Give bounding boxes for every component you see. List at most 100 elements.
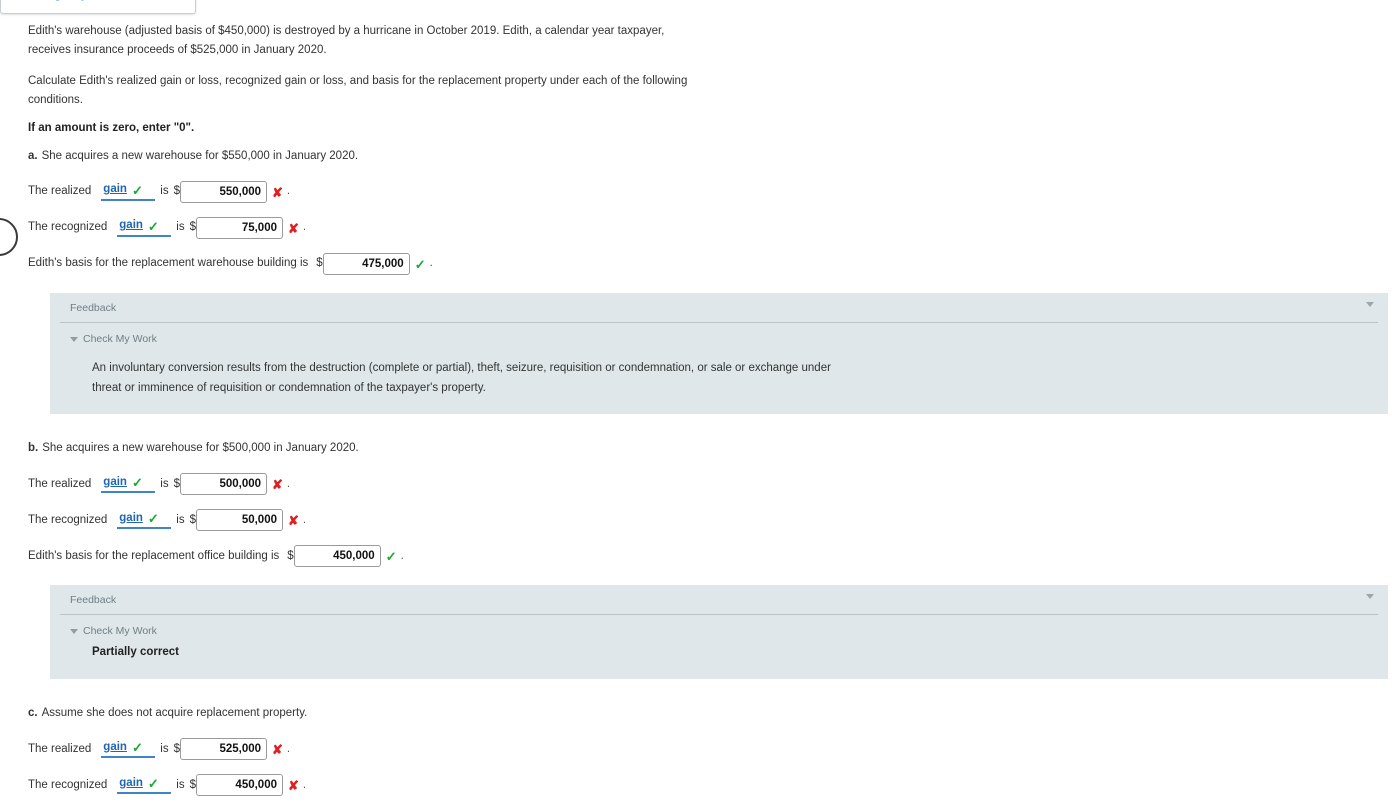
question-content: Edith's warehouse (adjusted basis of $45… [28, 22, 1388, 810]
sections-container: a. She acquires a new warehouse for $550,… [28, 148, 1388, 797]
answer-row: The recognizedgain✓is$✘. [28, 509, 1388, 532]
answer-row-label: The recognized [28, 778, 108, 791]
trailing-period: . [286, 742, 291, 755]
answer-row-label: The recognized [28, 513, 108, 526]
answer-row-label: The realized [28, 742, 92, 755]
answer-row-connector: is [176, 221, 185, 234]
amount-input[interactable] [180, 181, 268, 204]
gain-loss-dropdown[interactable]: gain ✓ [101, 739, 156, 758]
gain-loss-dropdown[interactable]: gain ✓ [117, 775, 172, 794]
zero-value-note: If an amount is zero, enter "0". [28, 121, 195, 134]
answer-row-connector: is [176, 513, 185, 526]
feedback-title: Feedback [70, 594, 117, 607]
trailing-period: . [400, 549, 404, 562]
feedback-text: An involuntary conversion results from t… [92, 362, 831, 394]
dropdown-status-correct-icon: ✓ [147, 510, 159, 526]
amount-status-incorrect-icon: ✘ [288, 512, 299, 528]
basis-row-label: Edith's basis for the replacement wareho… [28, 257, 309, 270]
currency-symbol: $ [287, 549, 294, 562]
answer-row-label: The realized [28, 185, 92, 198]
question-prompt: b. She acquires a new warehouse for $500,… [28, 440, 1388, 457]
triangle-down-icon [70, 628, 78, 634]
feedback-header: Feedback [50, 585, 1388, 611]
answer-row: The recognizedgain✓is$✘. [28, 217, 1388, 240]
dropdown-status-correct-icon: ✓ [131, 182, 143, 198]
feedback-header: Feedback [50, 293, 1388, 319]
answer-row-label: The recognized [28, 221, 108, 234]
feedback-body: Check My Work Partially correct [50, 615, 1388, 679]
question-prompt-text: She acquires a new warehouse for $500,00… [42, 442, 359, 455]
currency-symbol: $ [316, 257, 323, 270]
question-prompt: c. Assume she does not acquire replacemen… [28, 705, 1388, 722]
answer-row-connector: is [160, 477, 169, 490]
basis-row: Edith's basis for the replacement office… [28, 545, 1388, 568]
check-my-work-label: Check My Work [83, 333, 157, 346]
trailing-period: . [286, 477, 291, 490]
trailing-period: . [302, 778, 307, 791]
answer-row: The realizedgain✓is$✘. [28, 181, 1388, 204]
feedback-title: Feedback [70, 302, 117, 315]
basis-status-correct-icon: ✓ [414, 256, 426, 272]
check-my-work-label: Check My Work [83, 625, 157, 638]
trailing-period: . [302, 513, 307, 526]
question-prompt-text: Assume she does not acquire replacement … [41, 707, 308, 720]
chevron-down-icon[interactable] [1366, 594, 1374, 600]
amount-status-incorrect-icon: ✘ [288, 777, 299, 793]
question-letter: a. [28, 149, 38, 162]
basis-amount-input[interactable] [322, 253, 410, 276]
dropdown-status-correct-icon: ✓ [131, 474, 143, 490]
answer-row-connector: is [176, 778, 185, 791]
gain-loss-dropdown[interactable]: gain ✓ [117, 218, 172, 237]
amount-status-incorrect-icon: ✘ [272, 741, 283, 757]
answer-row-label: The realized [28, 477, 92, 490]
amount-input[interactable] [196, 509, 283, 532]
gain-loss-dropdown[interactable]: gain ✓ [101, 182, 156, 201]
intro-paragraph-2: Calculate Edith's realized gain or loss,… [28, 74, 688, 106]
basis-status-correct-icon: ✓ [385, 548, 397, 564]
trailing-period: . [286, 185, 291, 198]
check-my-work-toggle[interactable]: Check My Work [70, 625, 1388, 637]
feedback-text: Partially correct [92, 646, 179, 659]
answer-row: The recognizedgain✓is$✘. [28, 774, 1388, 797]
amount-input[interactable] [196, 774, 283, 797]
chevron-down-icon[interactable] [1366, 302, 1374, 308]
triangle-down-icon [70, 336, 78, 342]
gain-loss-dropdown[interactable]: gain ✓ [117, 510, 172, 529]
feedback-panel: Feedback Check My Work Partially correct [50, 585, 1388, 680]
question-prompt-text: She acquires a new warehouse for $550,00… [41, 149, 359, 162]
gain-loss-dropdown[interactable]: gain ✓ [101, 474, 156, 493]
intro-paragraph-1: Edith's warehouse (adjusted basis of $45… [28, 25, 665, 56]
tab-label: Learning Objective 6 [11, 0, 129, 1]
feedback-body: Check My Work An involuntary conversion r… [50, 323, 1388, 414]
amount-input[interactable] [180, 738, 268, 761]
question-prompt: a. She acquires a new warehouse for $550,… [28, 148, 1388, 165]
check-my-work-toggle[interactable]: Check My Work [70, 333, 1388, 345]
basis-amount-input[interactable] [293, 545, 381, 568]
annotation-circle [0, 218, 18, 256]
question-letter: c. [28, 707, 38, 720]
tab-learning-objective[interactable]: Learning Objective 6 [0, 0, 196, 14]
gain-loss-dropdown-value: gain [103, 740, 127, 753]
amount-status-incorrect-icon: ✘ [288, 220, 299, 236]
dropdown-status-correct-icon: ✓ [147, 218, 159, 234]
answer-row-connector: is [160, 742, 169, 755]
gain-loss-dropdown-value: gain [103, 475, 127, 488]
gain-loss-dropdown-value: gain [103, 183, 127, 196]
trailing-period: . [302, 221, 307, 234]
dropdown-status-correct-icon: ✓ [147, 775, 159, 791]
trailing-period: . [429, 257, 433, 270]
answer-row: The realizedgain✓is$✘. [28, 738, 1388, 761]
question-letter: b. [28, 442, 39, 455]
amount-status-incorrect-icon: ✘ [272, 476, 283, 492]
gain-loss-dropdown-value: gain [119, 776, 143, 789]
basis-row-label: Edith's basis for the replacement office… [28, 549, 280, 562]
answer-row: The realizedgain✓is$✘. [28, 473, 1388, 496]
amount-status-incorrect-icon: ✘ [272, 184, 283, 200]
amount-input[interactable] [196, 217, 283, 240]
dropdown-status-correct-icon: ✓ [131, 739, 143, 755]
basis-row: Edith's basis for the replacement wareho… [28, 253, 1388, 276]
gain-loss-dropdown-value: gain [119, 511, 143, 524]
amount-input[interactable] [180, 473, 268, 496]
gain-loss-dropdown-value: gain [119, 219, 143, 232]
feedback-panel: Feedback Check My Work An involuntary conv… [50, 293, 1388, 415]
